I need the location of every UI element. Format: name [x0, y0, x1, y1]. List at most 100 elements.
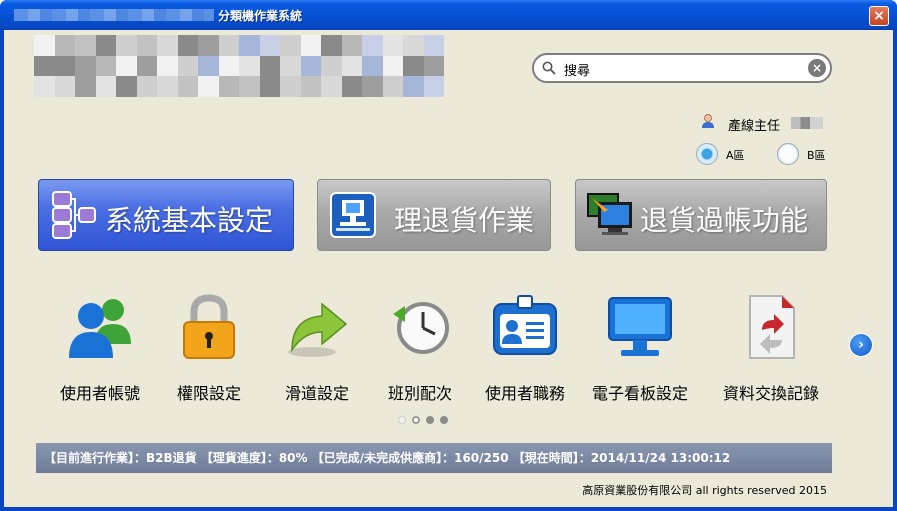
client-area: × 產線主任 A區 B區 系統基	[4, 30, 893, 507]
pager-dot[interactable]	[440, 416, 448, 424]
zone-b-label: B區	[807, 149, 826, 162]
logo-pixel	[239, 76, 260, 97]
title-bar: 分類機作業系統 ×	[0, 0, 897, 30]
logo-pixel	[54, 55, 75, 77]
logo-pixel	[177, 35, 198, 56]
logo-pixel	[423, 55, 444, 77]
logo-pixel	[198, 76, 219, 97]
window-title: 分類機作業系統	[218, 9, 303, 23]
logo-pixel	[177, 55, 198, 77]
logo-pixel	[300, 35, 321, 56]
logo-pixel	[403, 55, 424, 77]
users-icon	[69, 299, 131, 358]
clear-search-button[interactable]: ×	[808, 59, 826, 77]
return-posting-button[interactable]: 退貨過帳功能	[575, 179, 827, 251]
logo-pixel	[259, 76, 280, 97]
logo-pixel	[321, 55, 342, 77]
logo-pixel	[116, 35, 137, 56]
logo-pixel	[341, 35, 362, 56]
clock-icon	[393, 302, 449, 354]
title-redacted	[14, 9, 214, 21]
display-icon	[608, 297, 672, 356]
zone-b-radio[interactable]	[777, 143, 799, 165]
id-badge-icon	[493, 295, 557, 355]
logo-pixel	[75, 55, 96, 77]
logo-pixel	[218, 76, 239, 97]
tile-user-accounts[interactable]: 使用者帳號	[45, 292, 155, 412]
system-settings-button[interactable]: 系統基本設定	[38, 179, 294, 251]
logo-pixel	[259, 35, 280, 56]
pager-dot[interactable]	[398, 416, 406, 424]
logo-pixel	[382, 55, 403, 77]
logo-pixel	[239, 35, 260, 56]
logo-pixel	[403, 35, 424, 56]
return-processing-label: 理退貨作業	[394, 204, 535, 237]
logo-pixel	[157, 55, 178, 77]
logo-pixel	[34, 76, 55, 97]
logo-pixel	[321, 76, 342, 97]
logo-pixel	[95, 35, 116, 56]
logo-pixel	[362, 35, 383, 56]
logo-pixel	[423, 76, 444, 97]
monitor-arrow-icon	[587, 193, 632, 235]
pager-dot-active[interactable]	[412, 416, 420, 424]
pager-dot[interactable]	[426, 416, 434, 424]
search-input[interactable]	[564, 59, 794, 79]
logo-pixel	[259, 55, 280, 77]
logo-pixel	[198, 55, 219, 77]
logo-pixel	[321, 35, 342, 56]
user-name-redacted	[791, 117, 823, 129]
zone-a-radio[interactable]	[696, 143, 718, 165]
logo-pixel	[362, 55, 383, 77]
tile-display-board-label: 電子看板設定	[591, 384, 688, 403]
logo-pixel	[136, 55, 157, 77]
zone-a-label: A區	[726, 149, 745, 162]
logo-pixel	[341, 55, 362, 77]
user-icon	[702, 114, 714, 128]
tile-data-exchange-log[interactable]: 資料交換記錄	[716, 292, 826, 412]
logo-pixel	[280, 55, 301, 77]
logo-pixel	[136, 76, 157, 97]
user-role: 產線主任	[728, 119, 781, 134]
logo-pixel	[362, 76, 383, 97]
tile-data-exchange-log-label: 資料交換記錄	[722, 384, 819, 403]
curved-arrow-icon	[288, 302, 348, 357]
logo-pixel	[423, 35, 444, 56]
tile-user-roles-label: 使用者職務	[484, 384, 565, 403]
return-posting-label: 退貨過帳功能	[640, 204, 809, 237]
tile-user-roles[interactable]: 使用者職務	[470, 292, 580, 412]
logo-pixel	[382, 35, 403, 56]
logo-pixel	[34, 35, 55, 56]
logo-pixel	[403, 76, 424, 97]
logo-pixel	[239, 55, 260, 77]
copyright-footer: 高原資業股份有限公司 all rights reserved 2015	[582, 484, 827, 497]
document-exchange-icon	[749, 295, 795, 359]
logo-pixel	[95, 76, 116, 97]
logo-pixel	[95, 55, 116, 77]
company-logo	[34, 35, 444, 97]
logo-pixel	[218, 55, 239, 77]
logo-pixel	[300, 55, 321, 77]
logo-pixel	[116, 76, 137, 97]
system-settings-label: 系統基本設定	[105, 204, 274, 237]
return-processing-button[interactable]: 理退貨作業	[317, 179, 551, 251]
logo-pixel	[218, 35, 239, 56]
logo-pixel	[198, 35, 219, 56]
workstation-icon	[330, 192, 376, 238]
network-icon	[52, 191, 96, 239]
search-box[interactable]: ×	[532, 53, 832, 83]
logo-pixel	[54, 35, 75, 56]
tile-display-board[interactable]: 電子看板設定	[585, 292, 695, 412]
padlock-icon	[183, 294, 235, 359]
logo-pixel	[116, 55, 137, 77]
tile-shift-schedule[interactable]: 班別配次	[365, 292, 475, 412]
tile-permissions[interactable]: 權限設定	[154, 292, 264, 412]
carousel-next-button[interactable]: ›	[849, 333, 873, 357]
logo-pixel	[75, 35, 96, 56]
logo-pixel	[341, 76, 362, 97]
close-button[interactable]: ×	[869, 6, 889, 26]
logo-pixel	[157, 35, 178, 56]
logo-pixel	[300, 76, 321, 97]
logo-pixel	[177, 76, 198, 97]
logo-pixel	[136, 35, 157, 56]
